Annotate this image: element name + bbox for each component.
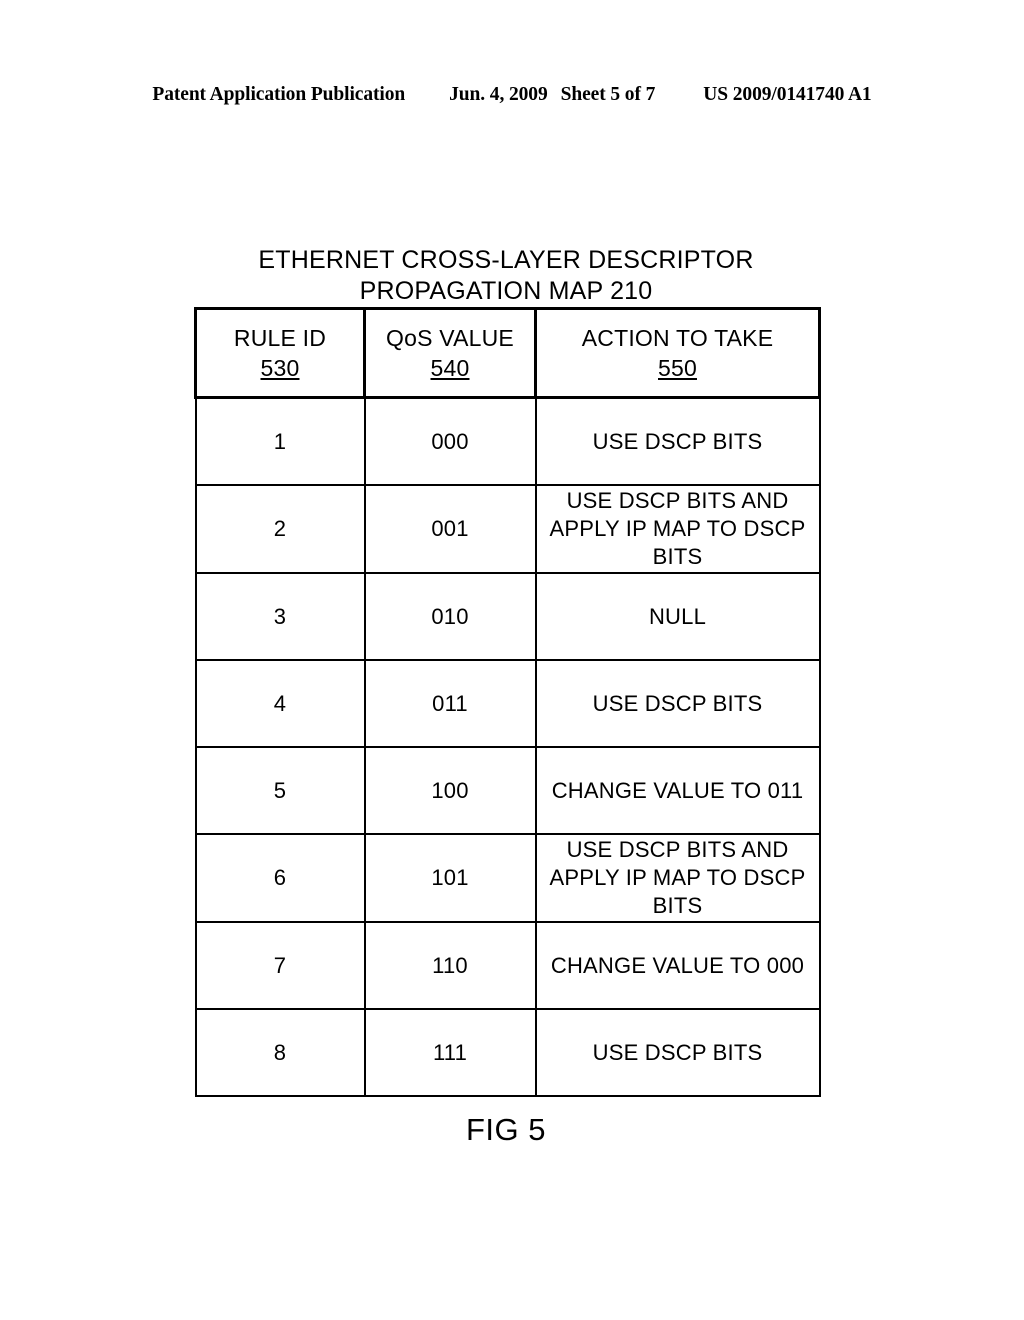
propagation-map-table: RULE ID 530 QoS VALUE 540 ACTION TO TAKE… bbox=[194, 307, 821, 1097]
publication-header: Patent Application Publication Jun. 4, 2… bbox=[0, 84, 1024, 106]
publication-label: Patent Application Publication bbox=[152, 84, 406, 105]
cell-action-line-1: USE DSCP BITS AND bbox=[566, 837, 789, 862]
cell-action: USE DSCP BITS bbox=[534, 396, 821, 486]
cell-qos-value: 100 bbox=[363, 746, 537, 835]
cell-rule-id: 4 bbox=[194, 659, 366, 748]
cell-qos-value: 010 bbox=[363, 572, 537, 661]
column-header-qos-value-ref: 540 bbox=[430, 355, 470, 381]
cell-qos-value: 110 bbox=[363, 921, 537, 1010]
cell-action: USE DSCP BITS bbox=[534, 1008, 821, 1097]
cell-action-line-1: USE DSCP BITS bbox=[592, 690, 763, 716]
cell-action: USE DSCP BITS AND APPLY IP MAP TO DSCP B… bbox=[534, 484, 821, 574]
cell-action-line-3: BITS bbox=[652, 893, 703, 918]
column-header-rule-id-label: RULE ID bbox=[233, 325, 327, 351]
cell-action: CHANGE VALUE TO 000 bbox=[534, 921, 821, 1010]
column-header-action-to-take-ref: 550 bbox=[658, 355, 697, 381]
cell-action-line-2: APPLY IP MAP TO DSCP bbox=[549, 865, 806, 890]
table-row: 2 001 USE DSCP BITS AND APPLY IP MAP TO … bbox=[194, 484, 821, 574]
column-header-rule-id: RULE ID 530 bbox=[194, 307, 366, 399]
table-row: 8 111 USE DSCP BITS bbox=[194, 1008, 821, 1097]
table-row: 6 101 USE DSCP BITS AND APPLY IP MAP TO … bbox=[194, 833, 821, 923]
table-row: 3 010 NULL bbox=[194, 572, 821, 661]
cell-qos-value: 001 bbox=[363, 484, 537, 574]
column-header-rule-id-ref: 530 bbox=[260, 355, 300, 381]
figure-title: ETHERNET CROSS-LAYER DESCRIPTOR PROPAGAT… bbox=[194, 245, 818, 307]
cell-action-line-1: NULL bbox=[648, 603, 707, 629]
cell-action: NULL bbox=[534, 572, 821, 661]
cell-action-line-1: USE DSCP BITS AND bbox=[566, 488, 789, 513]
sheet-number: Sheet 5 of 7 bbox=[560, 84, 656, 105]
cell-rule-id: 5 bbox=[194, 746, 366, 835]
cell-rule-id: 2 bbox=[194, 484, 366, 574]
figure-title-line-2: PROPAGATION MAP 210 bbox=[359, 277, 653, 305]
figure-caption: FIG 5 bbox=[465, 1112, 546, 1147]
publication-date: Jun. 4, 2009 bbox=[449, 84, 548, 105]
cell-qos-value: 101 bbox=[363, 833, 537, 923]
cell-action-line-1: USE DSCP BITS bbox=[592, 428, 763, 454]
cell-qos-value: 011 bbox=[363, 659, 537, 748]
figure-title-line-1: ETHERNET CROSS-LAYER DESCRIPTOR bbox=[258, 246, 754, 274]
cell-qos-value: 000 bbox=[363, 396, 537, 486]
column-header-qos-value-label: QoS VALUE bbox=[386, 325, 514, 351]
propagation-map-table-container: RULE ID 530 QoS VALUE 540 ACTION TO TAKE… bbox=[194, 307, 821, 1097]
table-row: 1 000 USE DSCP BITS bbox=[194, 396, 821, 486]
cell-action-line-1: CHANGE VALUE TO 000 bbox=[550, 952, 805, 978]
cell-action-line-3: BITS bbox=[652, 544, 703, 569]
cell-action: CHANGE VALUE TO 011 bbox=[534, 746, 821, 835]
table-row: 7 110 CHANGE VALUE TO 000 bbox=[194, 921, 821, 1010]
cell-qos-value: 111 bbox=[363, 1008, 537, 1097]
patent-number: US 2009/0141740 A1 bbox=[703, 84, 872, 105]
table-header-row: RULE ID 530 QoS VALUE 540 ACTION TO TAKE… bbox=[194, 307, 821, 399]
cell-rule-id: 1 bbox=[194, 396, 366, 486]
cell-rule-id: 6 bbox=[194, 833, 366, 923]
column-header-action-to-take-label: ACTION TO TAKE bbox=[581, 325, 774, 351]
cell-action: USE DSCP BITS bbox=[534, 659, 821, 748]
column-header-action-to-take: ACTION TO TAKE 550 bbox=[534, 307, 821, 399]
cell-action-line-2: APPLY IP MAP TO DSCP bbox=[549, 516, 806, 541]
column-header-qos-value: QoS VALUE 540 bbox=[363, 307, 537, 399]
cell-action-line-1: CHANGE VALUE TO 011 bbox=[551, 777, 804, 803]
table-row: 4 011 USE DSCP BITS bbox=[194, 659, 821, 748]
cell-rule-id: 3 bbox=[194, 572, 366, 661]
cell-action: USE DSCP BITS AND APPLY IP MAP TO DSCP B… bbox=[534, 833, 821, 923]
cell-rule-id: 8 bbox=[194, 1008, 366, 1097]
cell-rule-id: 7 bbox=[194, 921, 366, 1010]
table-row: 5 100 CHANGE VALUE TO 011 bbox=[194, 746, 821, 835]
cell-action-line-1: USE DSCP BITS bbox=[592, 1039, 763, 1065]
